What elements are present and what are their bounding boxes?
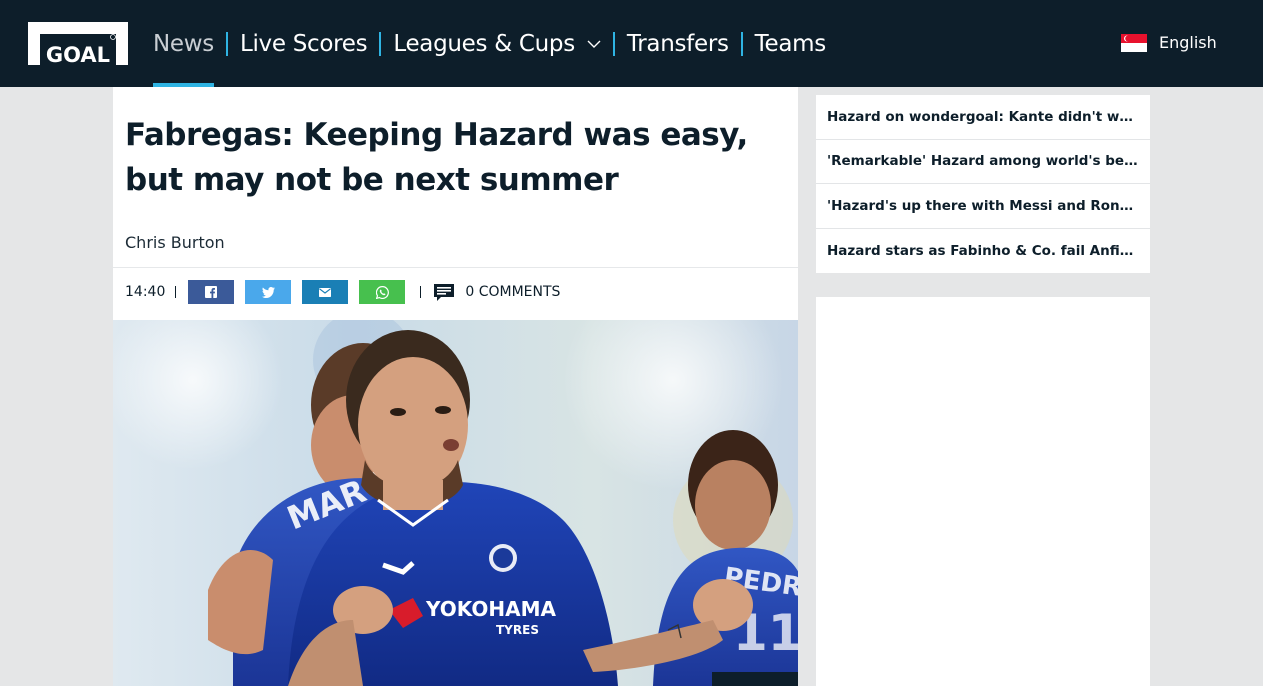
svg-text:YOKOHAMA: YOKOHAMA (425, 597, 556, 621)
related-article-link[interactable]: Hazard on wondergoal: Kante didn't want … (816, 95, 1150, 140)
share-whatsapp-button[interactable] (359, 280, 406, 304)
top-navigation-bar: GOAL News Live Scores Leagues & Cups Tra… (0, 0, 1263, 87)
related-article-title: Hazard on wondergoal: Kante didn't want … (827, 108, 1138, 125)
image-caption-tab (712, 672, 798, 686)
related-article-title: 'Hazard's up there with Messi and Ronald… (827, 197, 1138, 214)
nav-leagues-cups-label: Leagues & Cups (393, 30, 575, 57)
whatsapp-icon (375, 285, 389, 299)
chevron-down-icon (587, 40, 601, 48)
comments-count-label: 0 COMMENTS (465, 284, 561, 300)
related-article-title: Hazard stars as Fabinho & Co. fail Anfie… (827, 242, 1138, 259)
meta-divider (175, 286, 177, 298)
email-icon (319, 287, 332, 297)
related-article-link[interactable]: 'Remarkable' Hazard among world's best -… (816, 140, 1150, 184)
nav-teams[interactable]: Teams (754, 0, 827, 87)
related-article-link[interactable]: 'Hazard's up there with Messi and Ronald… (816, 184, 1150, 229)
nav-divider (612, 31, 615, 56)
svg-text:TYRES: TYRES (496, 623, 539, 637)
singapore-flag-icon (1121, 33, 1147, 52)
article-headline: Fabregas: Keeping Hazard was easy, but m… (125, 117, 748, 198)
nav-teams-label: Teams (754, 30, 827, 57)
nav-news[interactable]: News (153, 0, 214, 87)
main-nav: News Live Scores Leagues & Cups Transfer… (153, 0, 826, 87)
goal-logo[interactable]: GOAL (28, 22, 128, 67)
comments-link[interactable]: 0 COMMENTS (433, 283, 560, 302)
comment-icon (434, 283, 455, 301)
nav-news-label: News (153, 30, 214, 57)
nav-leagues-cups[interactable]: Leagues & Cups (393, 0, 601, 87)
article-meta: 14:40 0 COMMENTS (125, 280, 560, 304)
language-selector[interactable]: English (1121, 33, 1217, 52)
related-article-link[interactable]: Hazard stars as Fabinho & Co. fail Anfie… (816, 229, 1150, 274)
logo-text: GOAL (46, 43, 110, 65)
nav-divider (225, 31, 228, 56)
related-article-title: 'Remarkable' Hazard among world's best -… (827, 153, 1138, 170)
nav-transfers-label: Transfers (626, 30, 729, 57)
language-label: English (1159, 33, 1217, 52)
nav-divider (740, 31, 743, 56)
nav-live-scores-label: Live Scores (239, 30, 368, 57)
sidebar-ad-slot (816, 297, 1150, 686)
related-articles-list: Hazard on wondergoal: Kante didn't want … (816, 95, 1150, 273)
meta-divider (420, 286, 422, 298)
share-email-button[interactable] (302, 280, 349, 304)
facebook-icon (205, 286, 218, 298)
nav-transfers[interactable]: Transfers (627, 0, 729, 87)
share-facebook-button[interactable] (188, 280, 235, 304)
article-author[interactable]: Chris Burton (125, 233, 225, 252)
article-hero-image: MARCO PEDRO 11 YOKOHAMA TYRES (113, 320, 798, 686)
nav-divider (379, 31, 382, 56)
twitter-icon (261, 286, 275, 298)
nav-live-scores[interactable]: Live Scores (239, 0, 368, 87)
article: Fabregas: Keeping Hazard was easy, but m… (113, 87, 798, 686)
article-time: 14:40 (125, 284, 166, 300)
share-twitter-button[interactable] (245, 280, 292, 304)
divider (113, 267, 798, 268)
